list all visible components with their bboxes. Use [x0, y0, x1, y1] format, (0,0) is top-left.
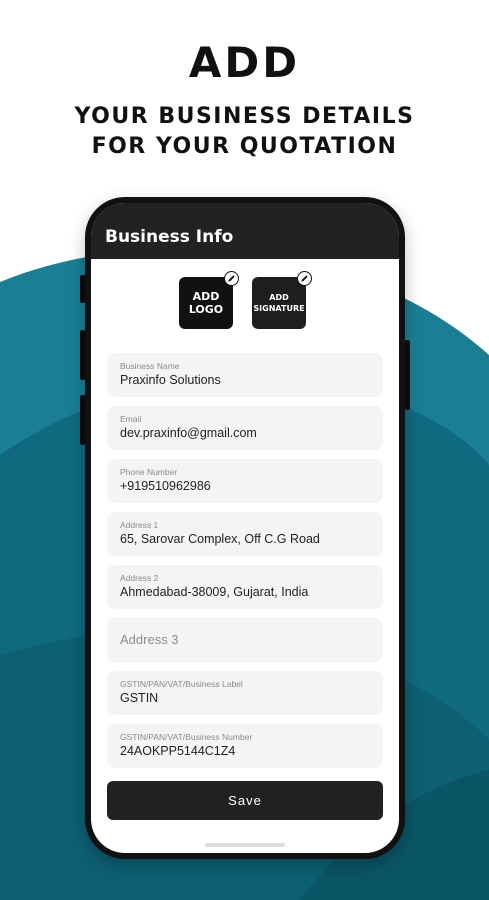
- field-label: Address 1: [120, 520, 159, 530]
- field-label: GSTIN/PAN/VAT/Business Number: [120, 732, 253, 742]
- phone-number-field[interactable]: Phone Number +919510962986: [107, 459, 383, 503]
- address-1-field[interactable]: Address 1 65, Sarovar Complex, Off C.G R…: [107, 512, 383, 556]
- field-label: Email: [120, 414, 142, 424]
- phone-side-button: [405, 340, 410, 410]
- address-2-field[interactable]: Address 2 Ahmedabad-38009, Gujarat, Indi…: [107, 565, 383, 609]
- field-label: Address 2: [120, 573, 159, 583]
- pencil-icon[interactable]: [297, 271, 312, 286]
- add-signature-line2: SIGNATURE: [253, 304, 305, 313]
- business-number-field[interactable]: GSTIN/PAN/VAT/Business Number 24AOKPP514…: [107, 724, 383, 768]
- promo-subtitle-line2: FOR YOUR QUOTATION: [91, 134, 398, 159]
- field-label: Business Name: [120, 361, 180, 371]
- add-logo-button[interactable]: ADD LOGO: [179, 271, 239, 329]
- address-3-field[interactable]: Address 3: [107, 618, 383, 662]
- home-indicator: [205, 843, 285, 847]
- phone-screen: Business Info ADD LOGO ADD SIGNATURE Bus…: [91, 203, 399, 853]
- field-value: 24AOKPP5144C1Z4: [120, 744, 236, 758]
- save-button[interactable]: Save: [107, 781, 383, 820]
- field-value: Praxinfo Solutions: [120, 373, 221, 387]
- promo-subtitle-line1: YOUR BUSINESS DETAILS: [74, 104, 415, 129]
- pencil-icon[interactable]: [224, 271, 239, 286]
- business-name-field[interactable]: Business Name Praxinfo Solutions: [107, 353, 383, 397]
- field-label: Phone Number: [120, 467, 178, 477]
- business-label-field[interactable]: GSTIN/PAN/VAT/Business Label GSTIN: [107, 671, 383, 715]
- field-value: GSTIN: [120, 691, 159, 705]
- add-signature-line1: ADD: [269, 293, 289, 302]
- email-field[interactable]: Email dev.praxinfo@gmail.com: [107, 406, 383, 450]
- field-value: +919510962986: [120, 479, 211, 493]
- add-logo-line2: LOGO: [188, 303, 224, 316]
- field-value: Ahmedabad-38009, Gujarat, India: [120, 585, 309, 599]
- field-value: 65, Sarovar Complex, Off C.G Road: [120, 532, 320, 546]
- add-logo-line1: ADD: [192, 290, 220, 303]
- app-bar-title: Business Info: [105, 227, 234, 247]
- promo-title: ADD: [188, 38, 301, 87]
- field-label: GSTIN/PAN/VAT/Business Label: [120, 679, 243, 689]
- app-bar: Business Info: [91, 203, 399, 259]
- phone-mockup: Business Info ADD LOGO ADD SIGNATURE Bus…: [85, 197, 405, 859]
- field-value: dev.praxinfo@gmail.com: [120, 426, 257, 440]
- field-placeholder: Address 3: [120, 632, 179, 647]
- add-signature-button[interactable]: ADD SIGNATURE: [252, 271, 312, 329]
